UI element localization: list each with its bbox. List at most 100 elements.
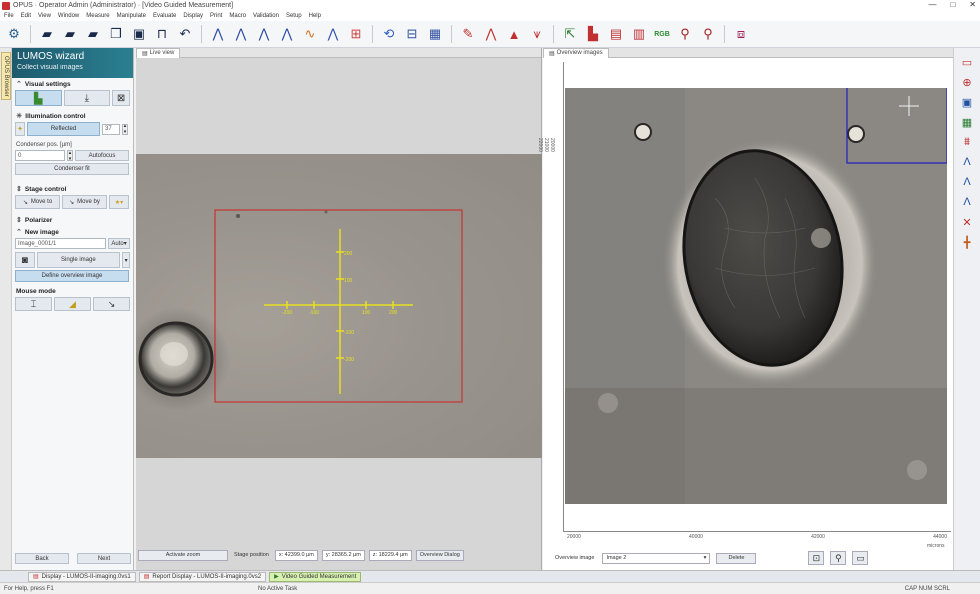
settings-icon[interactable]: ⚙: [4, 24, 24, 44]
menu-file[interactable]: File: [4, 13, 14, 19]
table-view-icon[interactable]: ▦: [958, 114, 976, 130]
task-display[interactable]: ▤ Display - LUMOS-II-imaging.0vs1: [28, 571, 136, 582]
task-report-display[interactable]: ▤ Report Display - LUMOS-II-imaging.0vs2: [138, 571, 267, 582]
menu-manipulate[interactable]: Manipulate: [117, 13, 146, 19]
illumination-spinner[interactable]: ▴ ▾: [122, 123, 128, 135]
view-full-icon[interactable]: ▭: [852, 551, 869, 565]
chart-export-icon[interactable]: ⇱: [560, 24, 580, 44]
zoom-info-icon[interactable]: ⚲: [698, 24, 718, 44]
pointer-button[interactable]: ↘: [93, 297, 130, 311]
overview-dialog-button[interactable]: Overview Dialog: [415, 549, 464, 561]
stage-favorite-button[interactable]: ★▾: [109, 195, 129, 209]
menu-evaluate[interactable]: Evaluate: [153, 13, 176, 19]
atr-icon[interactable]: ⟲: [379, 24, 399, 44]
spectrum-b-icon[interactable]: Ʌ: [958, 174, 976, 190]
delete-spectrum-icon[interactable]: ✕: [958, 214, 976, 230]
move-to-button[interactable]: ↘ Move to: [15, 195, 60, 209]
grid-map-icon[interactable]: ⊞: [346, 24, 366, 44]
image-icon[interactable]: ▤: [606, 24, 626, 44]
folder-open-icon[interactable]: ▰: [37, 24, 57, 44]
stage-x-readout: x: 42399.0 µm: [274, 549, 318, 561]
menu-edit[interactable]: Edit: [21, 13, 31, 19]
spectrum-view-icon[interactable]: ▭: [958, 54, 976, 70]
baseline-icon[interactable]: ⋀: [231, 24, 251, 44]
close-button[interactable]: ✕: [969, 0, 976, 9]
peak-pick-icon[interactable]: ⋀: [208, 24, 228, 44]
auto-dropdown[interactable]: Auto ▾: [108, 238, 130, 249]
image-name-field[interactable]: Image_0001/1: [15, 238, 107, 249]
image-display-icon[interactable]: ▣: [958, 94, 976, 110]
color-map-icon[interactable]: ▙: [583, 24, 603, 44]
view-image-button[interactable]: ▙: [15, 90, 62, 106]
peak-icon[interactable]: ▲: [504, 24, 524, 44]
menu-print[interactable]: Print: [210, 13, 222, 19]
menu-setup[interactable]: Setup: [286, 13, 302, 19]
collapse-icon[interactable]: ⌃: [16, 80, 22, 88]
area-select-button[interactable]: ◢: [54, 297, 91, 311]
smooth-icon[interactable]: ⋀: [254, 24, 274, 44]
peak-table-icon[interactable]: ⩩: [958, 134, 976, 150]
camera-icon[interactable]: ◙: [15, 252, 35, 268]
live-microscope-image[interactable]: 200 100 -100 -200 -200 -100 100 200: [126, 154, 542, 458]
copy-icon[interactable]: ❐: [106, 24, 126, 44]
define-overview-button[interactable]: Define overview image: [15, 270, 129, 282]
document-taskbar: ▤ Display - LUMOS-II-imaging.0vs1 ▤ Report…: [0, 570, 980, 582]
menu-macro[interactable]: Macro: [229, 13, 246, 19]
move-by-button[interactable]: ↘ Move by: [62, 195, 107, 209]
overlay-icon[interactable]: ⊕: [958, 74, 976, 90]
condenser-pos-field[interactable]: 0: [15, 150, 65, 161]
minimize-button[interactable]: —: [928, 0, 936, 9]
save-icon[interactable]: ▣: [129, 24, 149, 44]
capture-button[interactable]: ⤓: [63, 90, 111, 106]
bulb-icon[interactable]: ✦: [15, 122, 25, 136]
menu-view[interactable]: View: [38, 13, 51, 19]
tab-overview-images[interactable]: ▤ Overview images: [543, 47, 609, 58]
text-cursor-button[interactable]: ⌶: [15, 297, 52, 311]
integrate-icon[interactable]: ⋀: [481, 24, 501, 44]
illumination-mode-button[interactable]: Reflected: [27, 122, 100, 136]
single-image-button[interactable]: Single image: [36, 252, 121, 268]
back-button[interactable]: Back: [15, 553, 69, 564]
subtract-icon[interactable]: ⋀: [323, 24, 343, 44]
next-button[interactable]: Next: [77, 553, 131, 564]
search-library-icon[interactable]: ✎: [458, 24, 478, 44]
overview-image-select[interactable]: Image 2 ▾: [602, 552, 711, 564]
tab-live-view[interactable]: ▤ Live view: [136, 47, 181, 58]
table-icon[interactable]: ▦: [425, 24, 445, 44]
band-icon[interactable]: ⩛: [527, 24, 547, 44]
menu-display[interactable]: Display: [183, 13, 203, 19]
measure-icon[interactable]: ⊓: [152, 24, 172, 44]
activate-zoom-button[interactable]: Activate zoom: [138, 549, 228, 561]
spectrum-a-icon[interactable]: Ʌ: [958, 154, 976, 170]
delete-button[interactable]: Delete: [716, 552, 757, 564]
normalize-icon[interactable]: ⋀: [277, 24, 297, 44]
menu-help[interactable]: Help: [309, 13, 321, 19]
menu-validation[interactable]: Validation: [253, 13, 279, 19]
stage-icon[interactable]: ⧈: [731, 24, 751, 44]
folder-icon[interactable]: ▰: [60, 24, 80, 44]
derivative-icon[interactable]: ∿: [300, 24, 320, 44]
illumination-value-field[interactable]: 37: [102, 123, 120, 135]
zoom-icon[interactable]: ⚲: [675, 24, 695, 44]
single-image-dropdown[interactable]: ▾: [122, 252, 130, 268]
rgb-icon[interactable]: RGB: [652, 24, 672, 44]
crosshair-tool-icon[interactable]: ╋: [958, 234, 976, 250]
condenser-spinner[interactable]: ▴ ▾: [67, 150, 73, 162]
task-video-guided-measurement[interactable]: ▶ Video Guided Measurement: [269, 571, 362, 582]
settings-grid-button[interactable]: ⊠: [112, 90, 130, 106]
opus-browser-tab[interactable]: OPUS Browser: [1, 52, 11, 100]
menu-measure[interactable]: Measure: [86, 13, 109, 19]
overview-image[interactable]: [565, 67, 948, 504]
folder-save-icon[interactable]: ▰: [83, 24, 103, 44]
menu-window[interactable]: Window: [58, 13, 79, 19]
zoom-fit-icon[interactable]: ⊡: [808, 551, 825, 565]
autofocus-button[interactable]: Autofocus: [75, 150, 129, 161]
spectrum-c-icon[interactable]: Ʌ: [958, 194, 976, 210]
zoom-in-icon[interactable]: ⚲: [830, 551, 847, 565]
spectrum-grid-icon[interactable]: ⊟: [402, 24, 422, 44]
condenser-fit-button[interactable]: Condenser fit: [15, 163, 129, 175]
maximize-button[interactable]: □: [950, 0, 955, 9]
undo-icon[interactable]: ↶: [175, 24, 195, 44]
palette-icon[interactable]: ▥: [629, 24, 649, 44]
collapse-icon[interactable]: ⌃: [16, 228, 22, 236]
